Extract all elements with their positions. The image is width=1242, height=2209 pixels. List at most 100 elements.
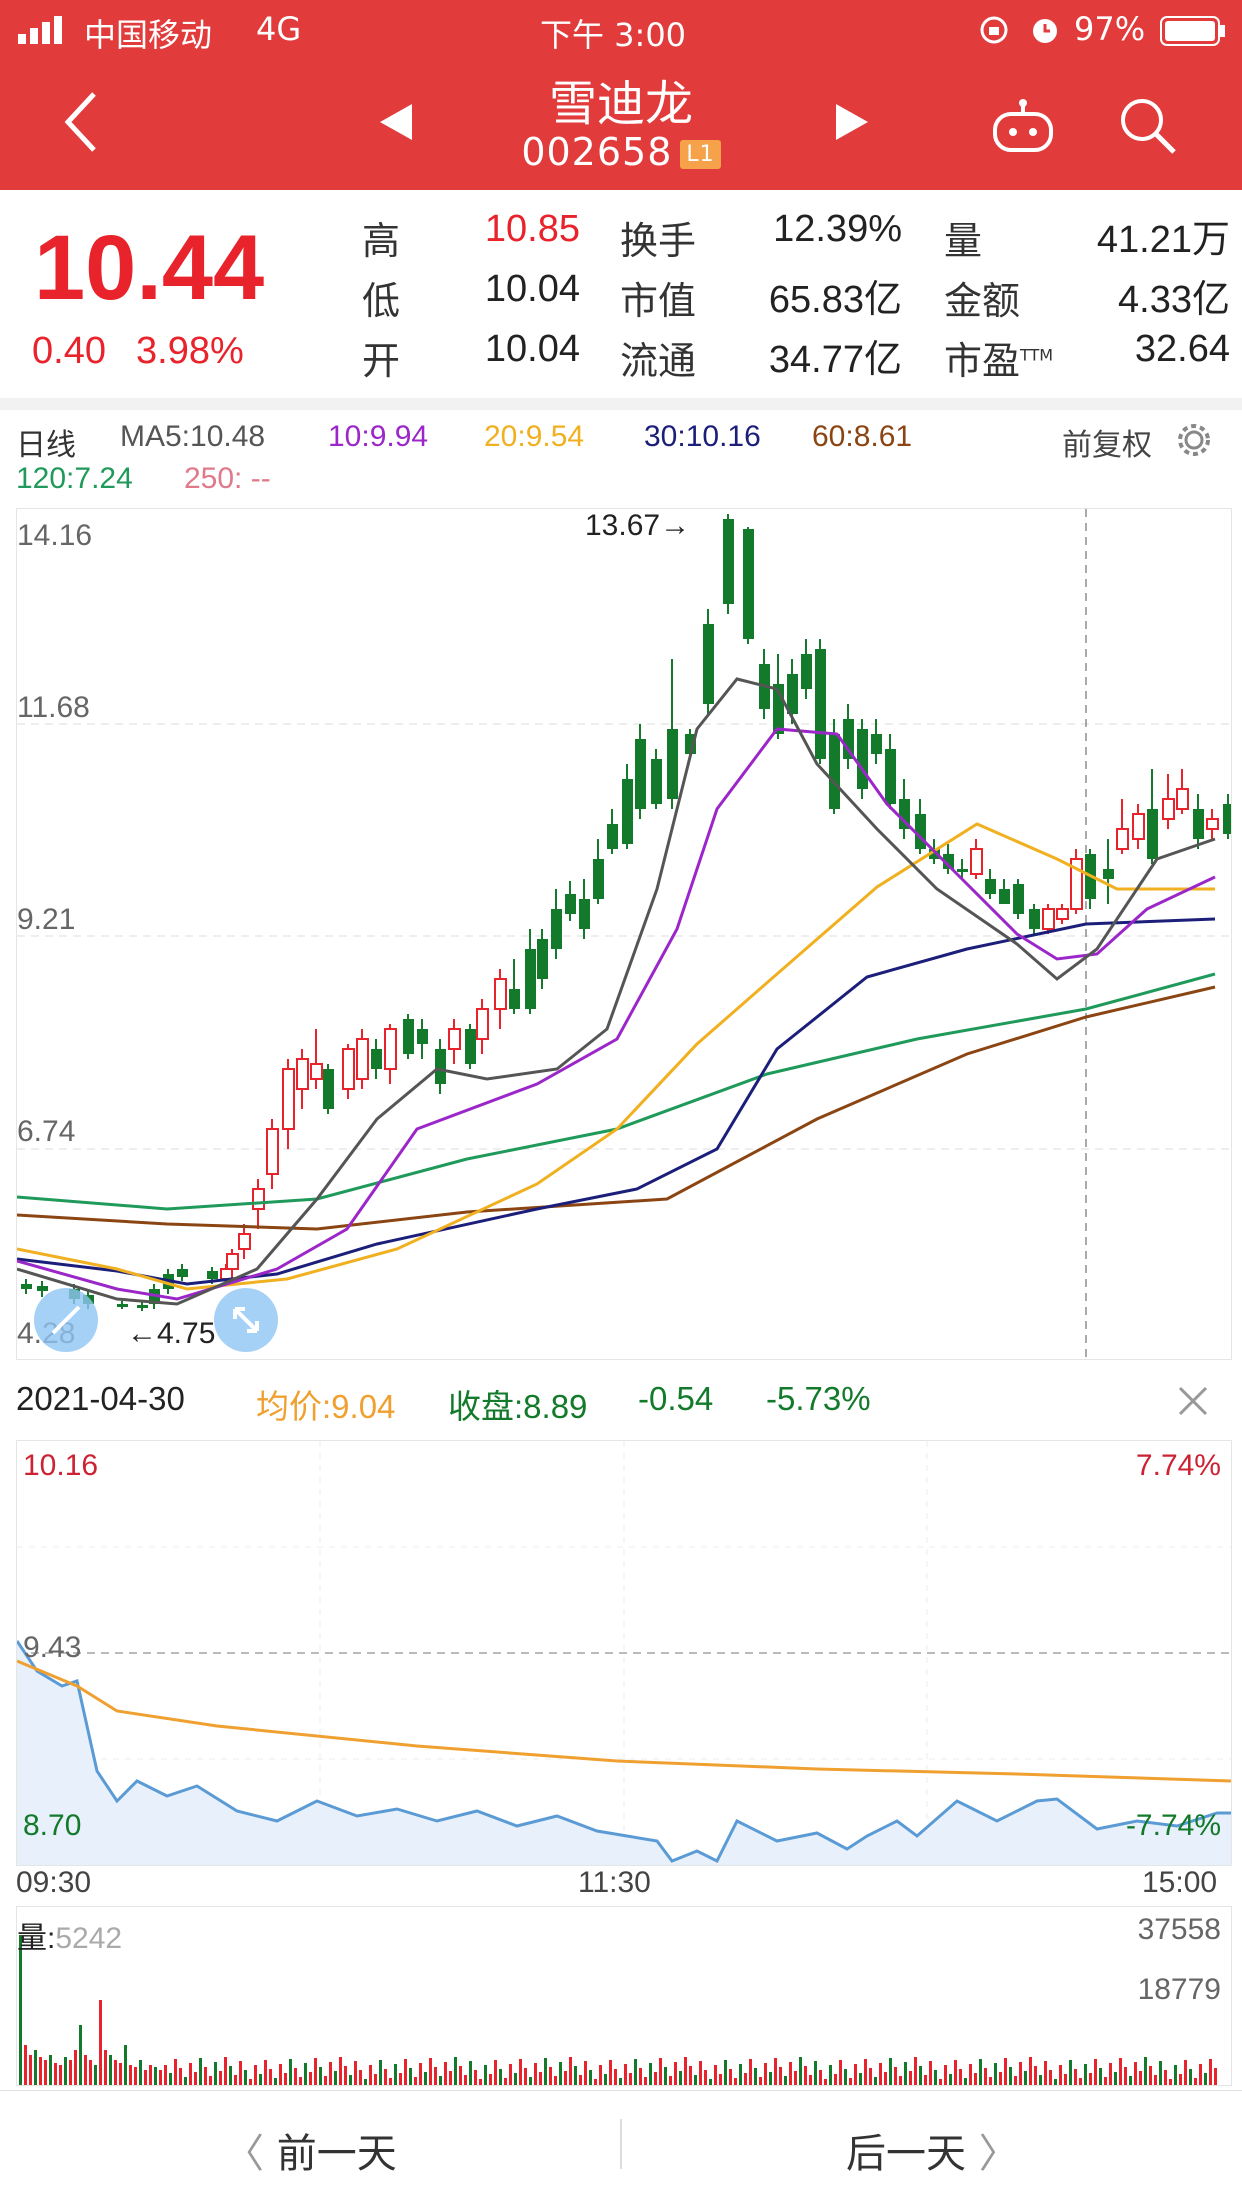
volume-bar bbox=[629, 2073, 632, 2085]
volume-bar bbox=[554, 2076, 557, 2085]
volume-bar bbox=[114, 2060, 117, 2085]
volume-bar bbox=[159, 2070, 162, 2085]
intraday-y-bot: 8.70 bbox=[23, 1809, 82, 1842]
battery-icon bbox=[1160, 16, 1225, 46]
candle-body bbox=[703, 624, 714, 704]
volume-bar bbox=[859, 2073, 862, 2085]
volume-bar bbox=[364, 2079, 367, 2085]
volume-chart[interactable]: 量:5242 37558 18779 bbox=[16, 1906, 1232, 2086]
y-label-4: 6.74 bbox=[17, 1115, 76, 1148]
candle-body bbox=[323, 1069, 334, 1109]
volume-bar bbox=[449, 2071, 452, 2085]
stock-code-text: 002658 bbox=[521, 130, 673, 174]
volume-bar bbox=[839, 2060, 842, 2085]
candle-body bbox=[207, 1271, 218, 1279]
volume-bar bbox=[919, 2066, 922, 2085]
kline-chart[interactable]: 14.16 11.68 9.21 6.74 4.28 13.67→ ←4.75 bbox=[16, 508, 1234, 1360]
next-day-label: 后一天 bbox=[846, 2131, 966, 2177]
volume-bar bbox=[1009, 2067, 1012, 2085]
volume-bar bbox=[994, 2063, 997, 2085]
volume-bar bbox=[189, 2063, 192, 2085]
high-value: 10.85 bbox=[484, 208, 580, 250]
candle-body bbox=[579, 899, 590, 929]
volume-bar bbox=[229, 2066, 232, 2085]
candle-body bbox=[622, 779, 633, 844]
intraday-pct-bot: -7.74% bbox=[1125, 1809, 1221, 1842]
next-stock-icon[interactable] bbox=[832, 102, 872, 142]
volume-bar bbox=[709, 2079, 712, 2085]
volume-bar bbox=[54, 2063, 57, 2085]
volume-bar bbox=[1204, 2073, 1207, 2085]
volume-bar bbox=[1194, 2078, 1197, 2085]
next-day-button[interactable]: 后一天 〉 bbox=[846, 2121, 1019, 2179]
adjust-mode[interactable]: 前复权 bbox=[1062, 420, 1152, 464]
settings-gear-icon[interactable] bbox=[1176, 422, 1212, 458]
volume-bar bbox=[474, 2070, 477, 2085]
volume-bar bbox=[59, 2065, 62, 2085]
volume-bar bbox=[699, 2061, 702, 2085]
volume-bar bbox=[974, 2073, 977, 2085]
volume-bar bbox=[459, 2066, 462, 2085]
candle-body bbox=[356, 1038, 369, 1080]
volume-bar bbox=[1074, 2069, 1077, 2085]
volume-bar bbox=[549, 2067, 552, 2085]
volume-bar bbox=[374, 2074, 377, 2085]
volume-bar bbox=[604, 2074, 607, 2085]
candle-body bbox=[1013, 884, 1024, 914]
close-icon[interactable] bbox=[1176, 1384, 1210, 1418]
volume-bar bbox=[844, 2069, 847, 2085]
volume-bar bbox=[979, 2059, 982, 2085]
ma30-line bbox=[16, 917, 1216, 1286]
volume-svg bbox=[19, 1935, 1217, 2085]
shrink-chart-icon[interactable] bbox=[33, 1287, 99, 1353]
candle-body bbox=[448, 1028, 461, 1050]
volume-bar bbox=[359, 2070, 362, 2085]
candle-body bbox=[417, 1029, 428, 1044]
volume-bar bbox=[804, 2066, 807, 2085]
volume-bar bbox=[829, 2065, 832, 2085]
volume-bar bbox=[1044, 2061, 1047, 2085]
volume-bar bbox=[299, 2077, 302, 2085]
volume-bar bbox=[234, 2075, 237, 2085]
volume-bar bbox=[489, 2074, 492, 2085]
volume-bar bbox=[514, 2073, 517, 2085]
divider bbox=[0, 398, 1242, 410]
volume-bar bbox=[179, 2068, 182, 2085]
volume-bar bbox=[289, 2059, 292, 2085]
volume-bar bbox=[899, 2076, 902, 2085]
prev-day-button[interactable]: 〈 前一天 bbox=[224, 2121, 397, 2179]
carrier-name: 中国移动 bbox=[84, 16, 213, 54]
candle-body bbox=[815, 649, 826, 759]
volume-bar bbox=[169, 2073, 172, 2085]
intraday-y-top: 10.16 bbox=[23, 1449, 99, 1482]
volume-bar bbox=[1089, 2073, 1092, 2085]
stock-name: 雪迪龙 bbox=[548, 76, 693, 132]
intraday-chart[interactable]: 10.16 9.43 8.70 7.74% -7.74% bbox=[15, 1440, 1232, 1866]
volume-bar bbox=[539, 2072, 542, 2085]
candle-body bbox=[238, 1233, 251, 1250]
search-icon[interactable] bbox=[1118, 96, 1178, 156]
battery-percent: 97% bbox=[1074, 10, 1146, 48]
candle-body bbox=[296, 1058, 309, 1090]
candle-body bbox=[476, 1008, 489, 1040]
volume-bar bbox=[849, 2078, 852, 2085]
candle-body bbox=[282, 1068, 295, 1130]
volume-bar bbox=[349, 2075, 352, 2085]
robot-assistant-icon[interactable] bbox=[992, 98, 1054, 154]
expand-chart-icon[interactable] bbox=[213, 1287, 279, 1353]
pe-label-text: 市盈 bbox=[944, 339, 1021, 383]
float-cap-label: 流通 bbox=[620, 339, 697, 383]
volume-bar bbox=[574, 2066, 577, 2085]
kline-period[interactable]: 日线 bbox=[16, 420, 76, 464]
volume-bar bbox=[864, 2059, 867, 2085]
volume-bar bbox=[354, 2061, 357, 2085]
volume-bar bbox=[949, 2074, 952, 2085]
volume-bar bbox=[394, 2064, 397, 2085]
volume-bar bbox=[109, 2055, 112, 2085]
candle-body bbox=[593, 859, 604, 899]
volume-bar bbox=[214, 2062, 217, 2085]
chevron-right-icon: 〉 bbox=[966, 2131, 1019, 2177]
time-mid: 11:30 bbox=[578, 1866, 651, 1899]
price-change: 0.40 bbox=[32, 330, 106, 372]
candle-body bbox=[915, 814, 926, 849]
